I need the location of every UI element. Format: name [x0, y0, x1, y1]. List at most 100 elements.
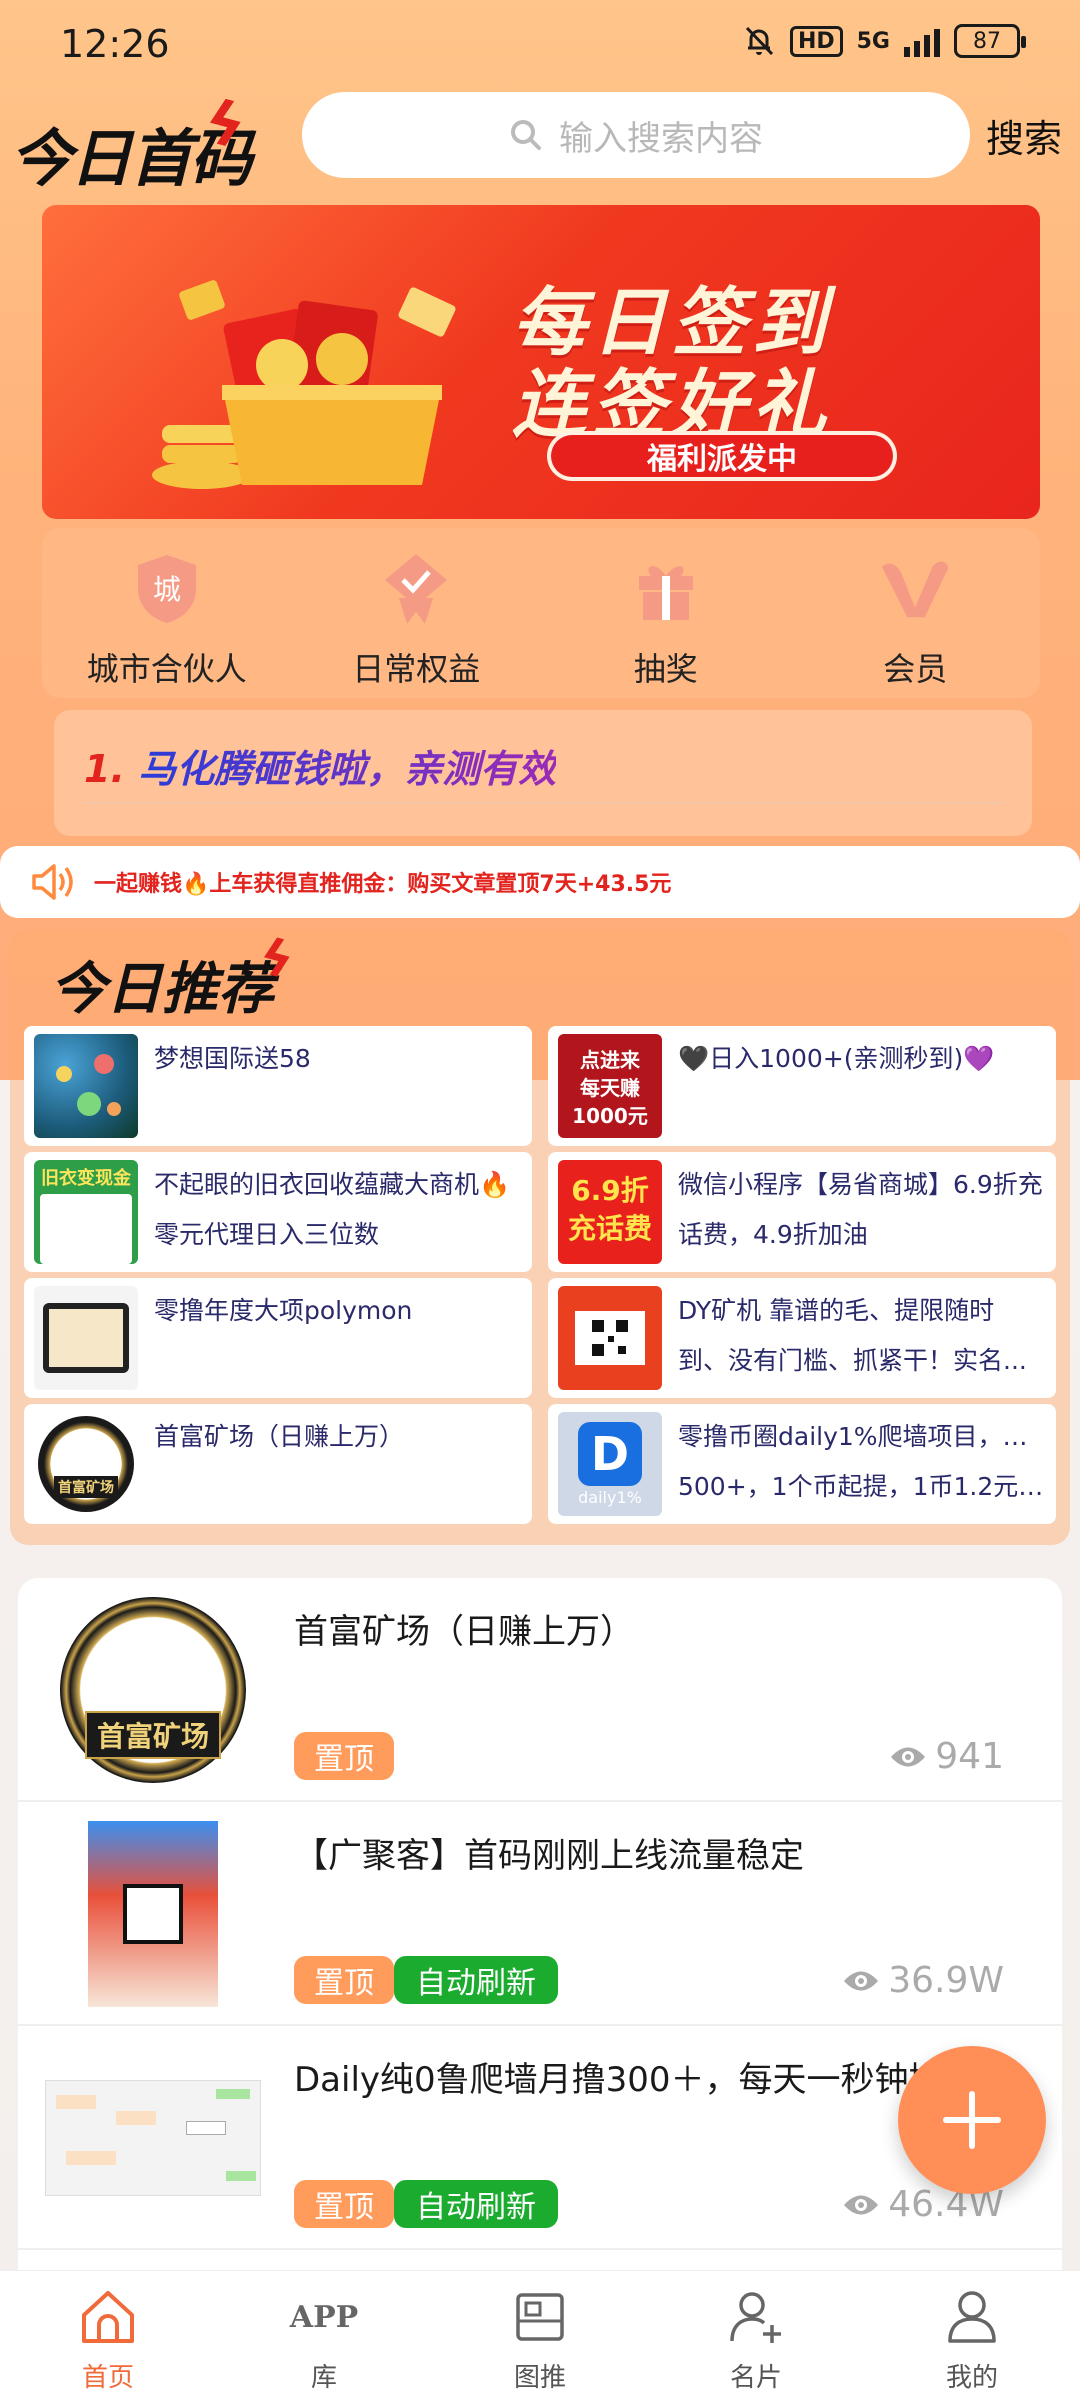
headline-title: 马化腾砸钱啦，亲测有效: [138, 747, 557, 791]
phone-icon: [43, 1303, 129, 1373]
thumb-text: 点进来: [580, 1048, 640, 1072]
eye-icon: [844, 1971, 879, 1990]
feed-item[interactable]: 首富矿场 首富矿场（日赚上万） 置顶 941: [18, 1578, 1062, 1802]
banner-pill-button[interactable]: 福利派发中: [547, 431, 897, 481]
speaker-icon: [30, 862, 78, 902]
daily-logo-icon: D: [578, 1421, 642, 1486]
add-post-button[interactable]: [898, 2046, 1046, 2194]
headline-ticker[interactable]: 1. 马化腾砸钱啦，亲测有效: [54, 710, 1032, 836]
card-line2: 500+，1个币起提，1币1.2元，...: [678, 1472, 1050, 1501]
feed-tags: 置顶 自动刷新: [294, 1956, 558, 2004]
quick-nav-daily-benefits[interactable]: 日常权益: [292, 528, 542, 698]
card-text: 零撸年度大项polymon: [154, 1286, 526, 1336]
notice-text: 一起赚钱🔥上车获得直推佣金：购买文章置顶7天+43.5元: [94, 872, 672, 897]
search-button[interactable]: 搜索: [986, 108, 1062, 163]
plus-icon: [943, 2091, 1001, 2149]
bottom-nav: 首页 APP 库 图推 名片 我的: [0, 2270, 1080, 2400]
card-line1: 零撸年度大项polymon: [154, 1296, 413, 1325]
add-user-icon: [726, 2287, 786, 2347]
recommend-card[interactable]: 旧衣变现金 不起眼的旧衣回收蕴藏大商机🔥 零元代理日入三位数: [24, 1152, 532, 1272]
search-input[interactable]: 输入搜索内容: [302, 92, 970, 178]
mine-logo-icon: 首富矿场: [38, 1416, 134, 1512]
card-text: DY矿机 靠谱的毛、提限随时 到、没有门槛、抓紧干！实名...: [678, 1286, 1050, 1386]
quick-nav-vip[interactable]: 会员: [791, 528, 1041, 698]
search-placeholder: 输入搜索内容: [559, 118, 763, 159]
card-text: 不起眼的旧衣回收蕴藏大商机🔥 零元代理日入三位数: [154, 1160, 526, 1260]
card-text: 梦想国际送58: [154, 1034, 526, 1084]
quick-nav-label: 会员: [883, 650, 948, 688]
card-thumbnail: 首富矿场: [34, 1412, 138, 1516]
recommend-card[interactable]: 点进来 每天赚 1000元 🖤日入1000+(亲测秒到)💜: [548, 1026, 1056, 1146]
checkin-banner[interactable]: 每日签到 连签好礼 福利派发中: [42, 205, 1040, 519]
qr-code-icon: [123, 1884, 183, 1944]
feed-item[interactable]: 【广聚客】首码刚刚上线流量稳定 置顶 自动刷新 36.9W: [18, 1802, 1062, 2026]
thumb-text: 首富矿场: [84, 1711, 221, 1759]
card-line1: 微信小程序【易省商城】6.9折充: [678, 1170, 1043, 1199]
card-line1: 首富矿场（日赚上万）: [154, 1422, 405, 1451]
thumb-text: 1000元: [572, 1104, 648, 1128]
vip-v-icon: [878, 552, 952, 626]
pinned-tag: 置顶: [294, 2180, 394, 2228]
nav-label: 我的: [945, 2363, 998, 2393]
card-thumbnail: 旧衣变现金: [34, 1160, 138, 1264]
gift-icon: [629, 552, 703, 626]
nav-image-promo[interactable]: 图推: [432, 2271, 648, 2400]
network-type: 5G: [856, 28, 890, 54]
quick-nav-label: 城市合伙人: [86, 650, 247, 688]
recommend-card[interactable]: 零撸年度大项polymon: [24, 1278, 532, 1398]
recommend-card[interactable]: 6.9折 充话费 微信小程序【易省商城】6.9折充 话费，4.9折加油: [548, 1152, 1056, 1272]
quick-nav: 城 城市合伙人 日常权益 抽奖 会员: [42, 528, 1040, 698]
poster-image: [88, 1821, 218, 2007]
quick-nav-label: 抽奖: [633, 650, 698, 688]
user-icon: [942, 2287, 1002, 2347]
status-time: 12:26: [60, 22, 170, 66]
signal-icon: [904, 25, 940, 57]
pinned-tag: 置顶: [294, 1956, 394, 2004]
quick-nav-city-partner[interactable]: 城 城市合伙人: [42, 528, 292, 698]
feed-tags: 置顶 自动刷新: [294, 2180, 558, 2228]
thumb-text: 旧衣变现金: [41, 1168, 131, 1189]
feed-thumbnail: 首富矿场: [38, 1594, 268, 1786]
notice-bar[interactable]: 一起赚钱🔥上车获得直推佣金：购买文章置顶7天+43.5元: [0, 846, 1080, 918]
card-line1: 不起眼的旧衣回收蕴藏大商机🔥: [154, 1170, 511, 1199]
card-text: 零撸币圈daily1%爬墙项目，月撸 500+，1个币起提，1币1.2元，...: [678, 1412, 1050, 1512]
card-line2: 零元代理日入三位数: [154, 1220, 380, 1249]
article-feed: 首富矿场 首富矿场（日赚上万） 置顶 941 【广聚客】首码刚刚上线流量稳定 置…: [18, 1578, 1062, 2278]
card-thumbnail: [34, 1034, 138, 1138]
recommend-title: 今日推荐: [50, 957, 274, 1022]
view-count-value: 36.9W: [888, 1960, 1004, 2001]
eye-icon: [844, 2195, 879, 2214]
feed-tags: 置顶: [294, 1732, 394, 1780]
thumb-text: 每天赚: [580, 1076, 640, 1100]
feed-thumbnail: [38, 2042, 268, 2234]
nav-profile[interactable]: 我的: [864, 2271, 1080, 2400]
nav-business-card[interactable]: 名片: [648, 2271, 864, 2400]
recommend-card[interactable]: 首富矿场 首富矿场（日赚上万）: [24, 1404, 532, 1524]
headline-text: 1. 马化腾砸钱啦，亲测有效: [84, 738, 556, 793]
recommend-card[interactable]: 梦想国际送58: [24, 1026, 532, 1146]
view-count: 941: [889, 1736, 1004, 1777]
auto-refresh-tag: 自动刷新: [394, 2180, 558, 2228]
badge-icon: [379, 552, 453, 626]
card-thumbnail: [558, 1286, 662, 1390]
eye-icon: [891, 1747, 926, 1766]
nav-home[interactable]: 首页: [0, 2271, 216, 2400]
shield-city-icon: 城: [130, 552, 204, 626]
feed-thumbnail: [38, 1818, 268, 2010]
gift-box-illustration: [152, 280, 456, 489]
card-line1: 零撸币圈daily1%爬墙项目，月撸: [678, 1422, 1050, 1451]
card-line2: 到、没有门槛、抓紧干！实名...: [678, 1346, 1027, 1375]
quick-nav-lottery[interactable]: 抽奖: [541, 528, 791, 698]
recommend-card[interactable]: D daily1% 零撸币圈daily1%爬墙项目，月撸 500+，1个币起提，…: [548, 1404, 1056, 1524]
thumb-text: 首富矿场: [54, 1476, 118, 1498]
mute-bell-icon: [745, 26, 774, 56]
card-line1: DY矿机 靠谱的毛、提限随时: [678, 1296, 995, 1325]
feed-title: 首富矿场（日赚上万）: [294, 1612, 634, 1652]
card-line1: 梦想国际送58: [154, 1044, 311, 1073]
image-frame-icon: [510, 2287, 570, 2347]
search-icon: [509, 118, 543, 152]
nav-app-library[interactable]: APP 库: [216, 2271, 432, 2400]
battery-level: 87: [973, 28, 1001, 54]
recommend-card[interactable]: DY矿机 靠谱的毛、提限随时 到、没有门槛、抓紧干！实名...: [548, 1278, 1056, 1398]
view-count-value: 941: [935, 1736, 1004, 1777]
